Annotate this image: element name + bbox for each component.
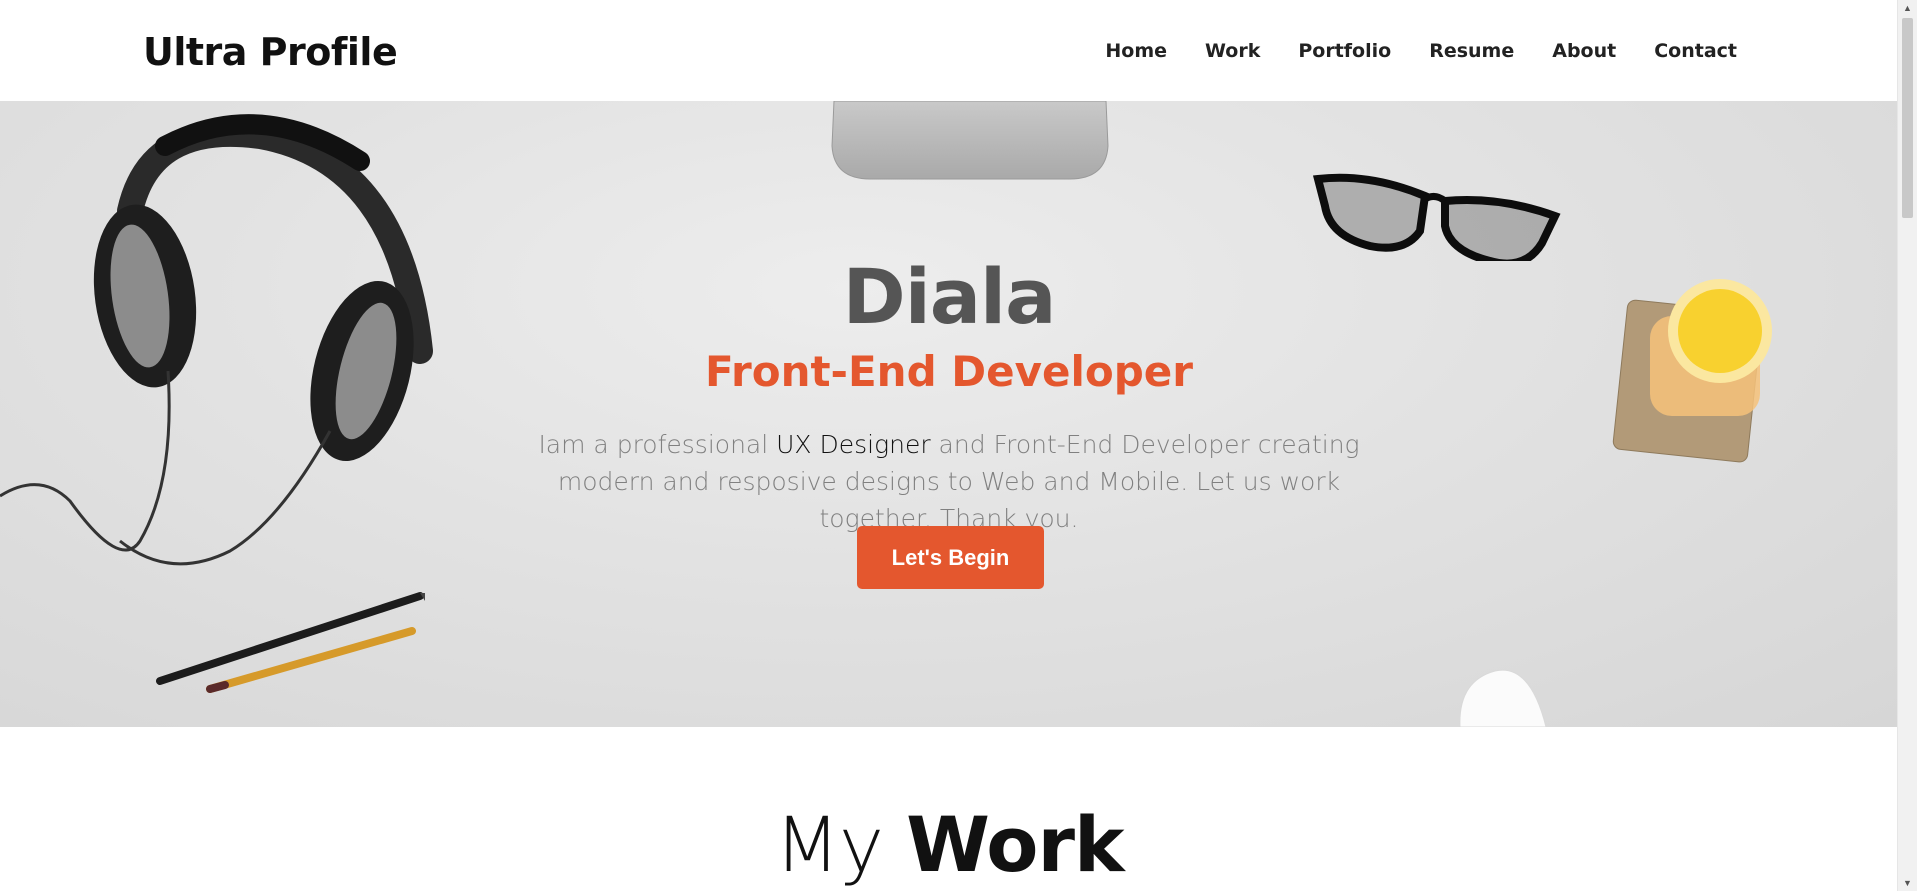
hero-desc-before: Iam a professional (538, 430, 777, 459)
brand-logo[interactable]: Ultra Profile (143, 30, 398, 74)
nav-home[interactable]: Home (1105, 40, 1167, 62)
mouse-icon (1459, 669, 1547, 727)
main-nav: Home Work Portfolio Resume About Contact (1105, 40, 1737, 62)
nav-work[interactable]: Work (1205, 40, 1260, 62)
nav-portfolio[interactable]: Portfolio (1298, 40, 1391, 62)
nav-about[interactable]: About (1552, 40, 1616, 62)
scroll-up-icon[interactable]: ▲ (1898, 0, 1917, 16)
navbar: Ultra Profile Home Work Portfolio Resume… (0, 0, 1897, 101)
hero-section: Diala Front-End Developer Iam a professi… (0, 101, 1898, 727)
work-title-bold: Work (906, 800, 1124, 889)
work-title-light: My (774, 800, 907, 889)
nav-resume[interactable]: Resume (1429, 40, 1514, 62)
hero-description: Iam a professional UX Designer and Front… (500, 426, 1398, 537)
scroll-down-icon[interactable]: ▼ (1898, 875, 1917, 891)
lets-begin-button[interactable]: Let's Begin (857, 526, 1044, 589)
nav-contact[interactable]: Contact (1654, 40, 1737, 62)
glasses-icon (1312, 173, 1561, 261)
page-scrollbar[interactable]: ▲ ▼ (1897, 0, 1917, 891)
scroll-thumb[interactable] (1902, 18, 1913, 218)
pencil-icon (156, 592, 425, 693)
hero-role: Front-End Developer (705, 347, 1193, 396)
monitor-stand-icon (831, 101, 1109, 180)
hero-desc-highlight: UX Designer (776, 430, 931, 459)
hero-name: Diala (842, 252, 1057, 341)
work-section-title: My Work (0, 800, 1898, 889)
